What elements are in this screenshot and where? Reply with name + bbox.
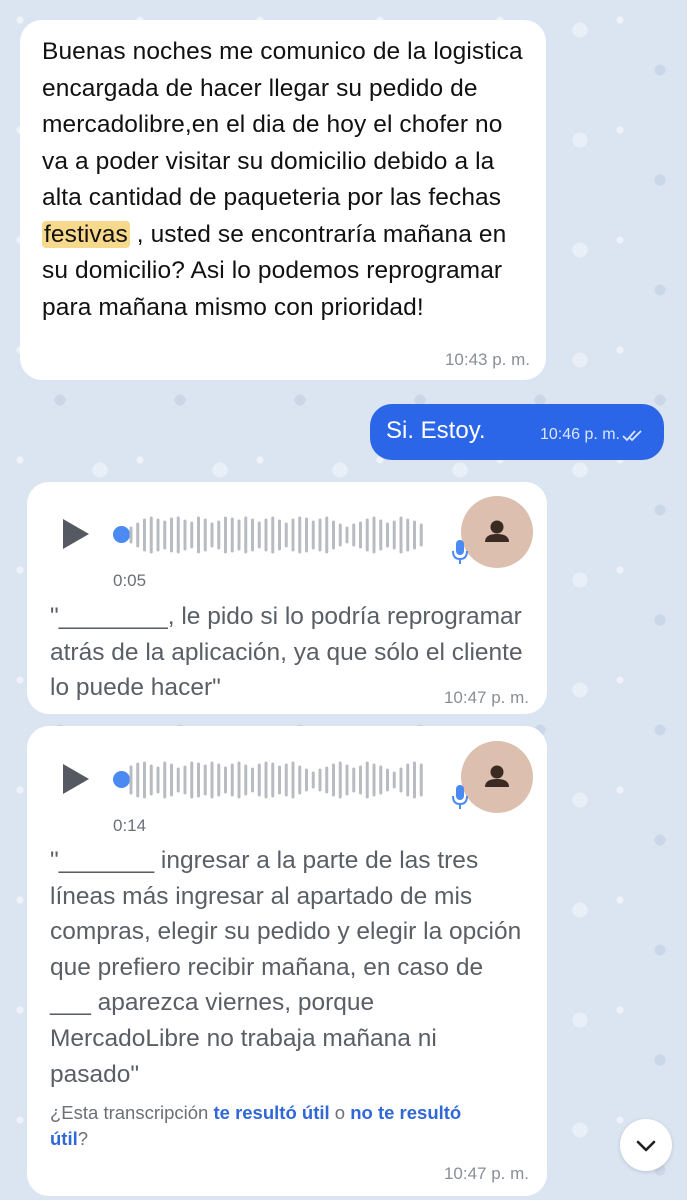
feedback-text: o: [329, 1102, 351, 1123]
outgoing-message[interactable]: Si. Estoy. 10:46 p. m.: [370, 404, 664, 460]
microphone-icon: [452, 540, 468, 564]
voice-message[interactable]: 0:05 "________, le pido si lo podría rep…: [27, 482, 547, 714]
play-icon[interactable]: [63, 519, 89, 549]
message-text-part: Buenas noches me comunico de la logistic…: [42, 38, 523, 211]
double-check-icon: [622, 430, 642, 442]
play-icon[interactable]: [63, 764, 89, 794]
user-icon: [485, 765, 509, 787]
chevron-down-icon: [636, 1140, 656, 1152]
message-time: 10:46 p. m.: [539, 426, 620, 443]
message-time: 10:47 p. m.: [443, 688, 529, 707]
voice-transcript: "_______ ingresar a la parte de las tres…: [50, 847, 522, 1088]
incoming-message[interactable]: Buenas noches me comunico de la logistic…: [20, 20, 546, 380]
microphone-icon: [452, 785, 468, 809]
transcription-feedback: ¿Esta transcripción te resultó útil o no…: [50, 1100, 490, 1152]
scroll-down-button[interactable]: [620, 1119, 672, 1171]
message-time: 10:47 p. m.: [443, 1164, 529, 1183]
user-icon: [485, 520, 509, 542]
voice-message[interactable]: 0:14 "_______ ingresar a la parte de las…: [27, 726, 547, 1196]
message-time: 10:43 p. m.: [444, 350, 530, 369]
feedback-useful-link[interactable]: te resultó útil: [213, 1102, 329, 1123]
waveform[interactable]: [127, 515, 429, 555]
feedback-text: ¿Esta transcripción: [50, 1102, 214, 1123]
avatar[interactable]: [461, 741, 533, 813]
voice-duration: 0:05: [113, 571, 147, 590]
message-text: Si. Estoy.: [386, 417, 486, 444]
highlighted-word[interactable]: festivas: [42, 220, 130, 248]
avatar[interactable]: [461, 496, 533, 568]
waveform[interactable]: [127, 760, 429, 800]
feedback-text: ?: [77, 1128, 89, 1149]
voice-duration: 0:14: [113, 816, 147, 835]
message-text: Buenas noches me comunico de la logistic…: [42, 34, 526, 326]
